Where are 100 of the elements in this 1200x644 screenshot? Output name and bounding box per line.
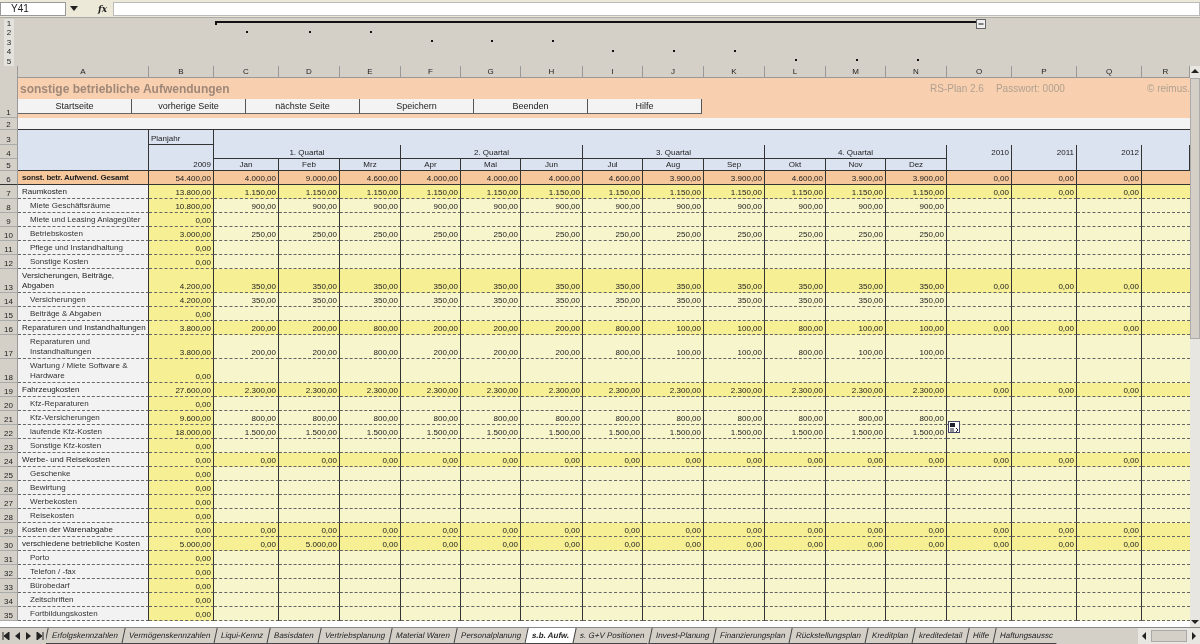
sheet-tab[interactable]: Material Waren	[388, 628, 457, 644]
last-sheet-icon[interactable]	[36, 632, 45, 640]
page-button[interactable]: Hilfe	[588, 99, 702, 114]
row-number[interactable]: 6	[0, 171, 18, 185]
row-number[interactable]: 16	[0, 321, 18, 335]
table-cell: 0,00	[826, 523, 886, 537]
sheet-tab[interactable]: s.b. Aufw.	[524, 628, 576, 644]
previous-sheet-icon[interactable]	[13, 632, 22, 640]
sheet-tab[interactable]: Erfolgskennzahlen	[46, 628, 125, 644]
row-label: Werbekosten	[18, 495, 149, 509]
table-cell: 0,00	[1012, 453, 1077, 467]
row-number[interactable]: 23	[0, 439, 18, 453]
table-cell	[704, 551, 765, 565]
table-cell	[643, 593, 704, 607]
scroll-down-icon[interactable]	[1191, 619, 1199, 625]
row-number[interactable]: 3	[0, 130, 18, 145]
row-number[interactable]: 2	[0, 118, 18, 130]
row-number[interactable]: 15	[0, 307, 18, 321]
sheet-tab[interactable]: Invest-Planung	[647, 628, 716, 644]
table-cell	[583, 495, 643, 509]
scroll-right-icon[interactable]	[1191, 632, 1197, 640]
row-number[interactable]: 33	[0, 579, 18, 593]
row-number[interactable]: 26	[0, 481, 18, 495]
page-button[interactable]: vorherige Seite	[132, 99, 246, 114]
row-number[interactable]: 12	[0, 255, 18, 269]
outline-level-button[interactable]: 3	[4, 37, 14, 48]
row-number[interactable]: 20	[0, 397, 18, 411]
row-number[interactable]: 31	[0, 551, 18, 565]
table-cell	[643, 255, 704, 269]
row-number[interactable]: 5	[0, 159, 18, 171]
row-number[interactable]: 25	[0, 467, 18, 481]
table-cell	[1012, 307, 1077, 321]
table-cell	[765, 307, 826, 321]
sheet-tab[interactable]: Vermögenskennzahlen	[121, 628, 217, 644]
row-number[interactable]: 18	[0, 359, 18, 383]
sheet-tab[interactable]: Basisdaten	[266, 628, 321, 644]
table-cell	[1077, 565, 1142, 579]
row-number[interactable]: 24	[0, 453, 18, 467]
outline-level-button[interactable]: 5	[4, 56, 14, 66]
table-cell	[583, 439, 643, 453]
table-cell: 0,00	[1012, 383, 1077, 397]
vertical-scrollbar[interactable]	[1190, 66, 1200, 627]
row-number[interactable]: 35	[0, 607, 18, 621]
row-number[interactable]: 7	[0, 185, 18, 199]
table-cell	[214, 565, 279, 579]
scroll-up-icon[interactable]	[1191, 68, 1199, 74]
first-sheet-icon[interactable]	[1, 632, 10, 640]
row-number[interactable]: 11	[0, 241, 18, 255]
next-sheet-icon[interactable]	[24, 632, 33, 640]
row-number[interactable]: 28	[0, 509, 18, 523]
row-number[interactable]: 10	[0, 227, 18, 241]
table-cell	[401, 593, 461, 607]
table-cell: 0,00	[149, 439, 214, 453]
dropdown-arrow-icon[interactable]	[70, 6, 78, 11]
row-number[interactable]: 22	[0, 425, 18, 439]
outline-level-button[interactable]: 1	[4, 19, 14, 29]
sheet-tab[interactable]: Vertriebsplanung	[317, 628, 392, 644]
table-cell	[886, 397, 947, 411]
row-number[interactable]: 17	[0, 335, 18, 359]
row-number[interactable]: 34	[0, 593, 18, 607]
table-cell	[765, 509, 826, 523]
page-button[interactable]: Speichern	[360, 99, 474, 114]
sheet-tab[interactable]: Personalplanung	[453, 628, 528, 644]
horizontal-scrollbar[interactable]	[1138, 628, 1200, 644]
sheet-tab[interactable]: Finanzierungsplan	[712, 628, 792, 644]
paste-options-icon[interactable]	[948, 421, 960, 433]
row-number[interactable]: 14	[0, 293, 18, 307]
row-number[interactable]: 30	[0, 537, 18, 551]
row-number[interactable]: 27	[0, 495, 18, 509]
row-number[interactable]: 1	[0, 78, 18, 118]
name-box[interactable]: Y41	[0, 1, 66, 16]
table-cell	[947, 293, 1012, 307]
page-button[interactable]: nächste Seite	[246, 99, 360, 114]
table-cell: 800,00	[826, 411, 886, 425]
row-number[interactable]: 4	[0, 145, 18, 159]
row-number[interactable]: 8	[0, 199, 18, 213]
table-cell	[704, 359, 765, 383]
table-cell	[643, 579, 704, 593]
row-number[interactable]: 21	[0, 411, 18, 425]
sheet-tab[interactable]: Rückstellungsplan	[788, 628, 868, 644]
table-cell	[1012, 579, 1077, 593]
formula-field[interactable]	[113, 1, 1200, 16]
row-label: Betriebskosten	[18, 227, 149, 241]
table-cell	[521, 481, 583, 495]
row-number[interactable]: 9	[0, 213, 18, 227]
row-number[interactable]: 19	[0, 383, 18, 397]
row-number[interactable]: 13	[0, 269, 18, 293]
table-cell: 1.500,00	[401, 425, 461, 439]
outline-level-button[interactable]: 2	[4, 28, 14, 38]
table-cell	[401, 495, 461, 509]
sheet-tab[interactable]: Kreditplan	[864, 628, 915, 644]
outline-level-button[interactable]: 4	[4, 47, 14, 57]
table-cell	[765, 579, 826, 593]
scroll-left-icon[interactable]	[1141, 632, 1147, 640]
page-button[interactable]: Beenden	[474, 99, 588, 114]
page-button[interactable]: Startseite	[18, 99, 132, 114]
collapse-icon[interactable]	[976, 19, 986, 29]
row-number[interactable]: 29	[0, 523, 18, 537]
table-cell: 250,00	[765, 227, 826, 241]
row-number[interactable]: 32	[0, 565, 18, 579]
